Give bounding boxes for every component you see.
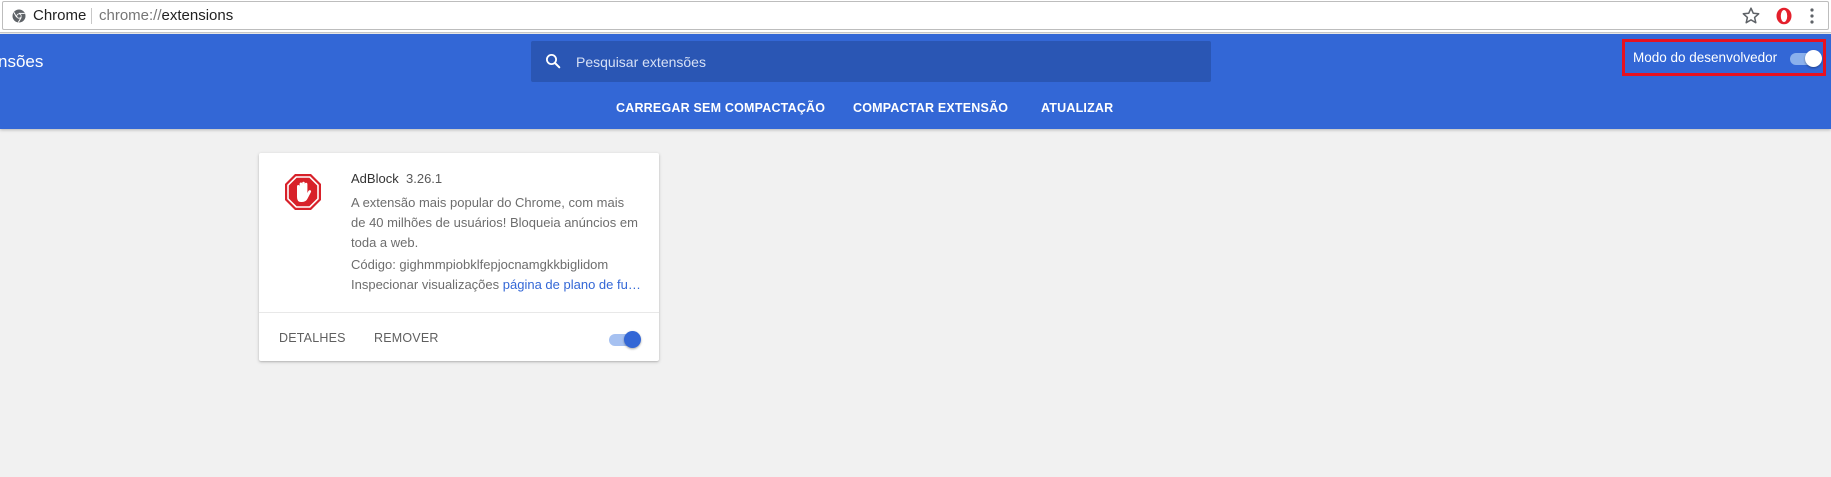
extension-description: A extensão mais popular do Chrome, com m… bbox=[351, 195, 638, 250]
extension-card: AdBlock 3.26.1 A extensão mais popular d… bbox=[259, 153, 659, 361]
search-icon bbox=[546, 54, 561, 69]
developer-mode-label: Modo do desenvolvedor bbox=[1633, 50, 1778, 65]
toggle-knob bbox=[624, 331, 641, 348]
url-path: extensions bbox=[161, 7, 234, 24]
developer-mode-toggle[interactable] bbox=[1788, 49, 1822, 67]
kebab-menu-icon[interactable] bbox=[1808, 7, 1816, 25]
extension-name: AdBlock bbox=[351, 171, 399, 186]
page-title: nsões bbox=[0, 52, 44, 71]
opera-icon[interactable] bbox=[1775, 7, 1793, 25]
search-box[interactable] bbox=[531, 41, 1211, 82]
chrome-site-icon bbox=[12, 9, 26, 23]
inspect-views: Inspecionar visualizações página de plan… bbox=[351, 277, 641, 293]
pack-extension-button[interactable]: COMPACTAR EXTENSÃO bbox=[853, 100, 1008, 116]
search-input[interactable] bbox=[576, 41, 1196, 82]
url-scheme: chrome:// bbox=[99, 7, 162, 24]
site-name: Chrome bbox=[33, 7, 87, 24]
load-unpacked-button[interactable]: CARREGAR SEM COMPACTAÇÃO bbox=[616, 100, 825, 116]
omnibox-divider bbox=[91, 8, 92, 24]
url-text[interactable]: chrome://extensions bbox=[99, 7, 233, 25]
extension-enable-toggle[interactable] bbox=[607, 330, 641, 348]
update-button[interactable]: ATUALIZAR bbox=[1041, 100, 1113, 116]
developer-mode-highlight: Modo do desenvolvedor bbox=[1622, 39, 1826, 76]
adblock-icon bbox=[285, 174, 321, 210]
toggle-knob bbox=[1805, 50, 1822, 67]
extension-version: 3.26.1 bbox=[406, 171, 443, 186]
background-page-link[interactable]: página de plano de fu… bbox=[503, 277, 641, 292]
card-divider bbox=[259, 312, 659, 313]
star-icon[interactable] bbox=[1741, 6, 1761, 26]
extension-id: Código: gighmmpiobklfepjocnamgkkbiglidom bbox=[351, 257, 609, 272]
action-bar: CARREGAR SEM COMPACTAÇÃO COMPACTAR EXTEN… bbox=[0, 100, 1831, 116]
browser-toolbar: Chrome chrome://extensions bbox=[0, 0, 1831, 33]
remove-button[interactable]: REMOVER bbox=[374, 330, 439, 346]
omnibox[interactable]: Chrome chrome://extensions bbox=[2, 1, 1829, 30]
details-button[interactable]: DETALHES bbox=[279, 330, 346, 346]
extensions-header: nsões Modo do desenvolvedor CARREGAR SEM… bbox=[0, 34, 1831, 129]
inspect-views-label: Inspecionar visualizações bbox=[351, 277, 500, 292]
